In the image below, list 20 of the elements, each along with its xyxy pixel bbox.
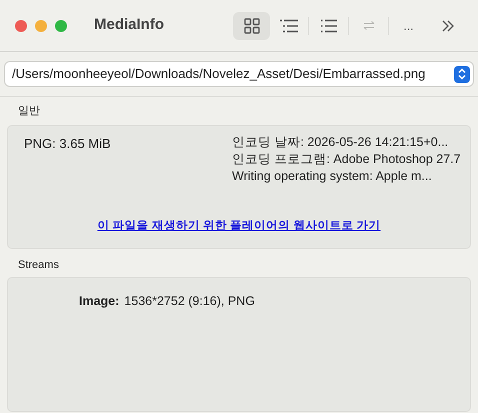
grid-icon [244, 18, 260, 34]
format-text: PNG: 3.65 MiB [24, 134, 111, 152]
list-icon [320, 18, 338, 32]
indented-list-icon [278, 18, 298, 32]
swap-arrows-icon [362, 21, 374, 30]
section-title: Streams [18, 258, 59, 272]
section-title: 일반 [18, 104, 40, 119]
more-button[interactable]: ... [390, 12, 427, 40]
window-title: MediaInfo [94, 15, 164, 36]
player-website-link[interactable]: 이 파일을 재생하기 위한 플레이어의 웹사이트로 가기 [97, 218, 381, 236]
detail-text: 인코딩 프로그램: Adobe Photoshop 27.7 [232, 150, 461, 168]
grid-button[interactable] [233, 12, 270, 40]
double-chevron-icon [442, 20, 454, 32]
dropdown-stepper-icon [454, 66, 470, 82]
file-path-dropdown[interactable]: /Users/moonheeyeol/Downloads/Novelez_Asset/Desi/Embarrassed.png [5, 62, 473, 86]
detail-text: Writing operating system: Apple m... [232, 168, 432, 184]
detail-text: 인코딩 날짜: 2026-05-26 14:21:15+0... [232, 134, 448, 150]
stream-label: Image: [79, 293, 120, 310]
close-button[interactable] [15, 20, 27, 32]
stream-value: 1536*2752 (9:16), PNG [124, 293, 255, 310]
